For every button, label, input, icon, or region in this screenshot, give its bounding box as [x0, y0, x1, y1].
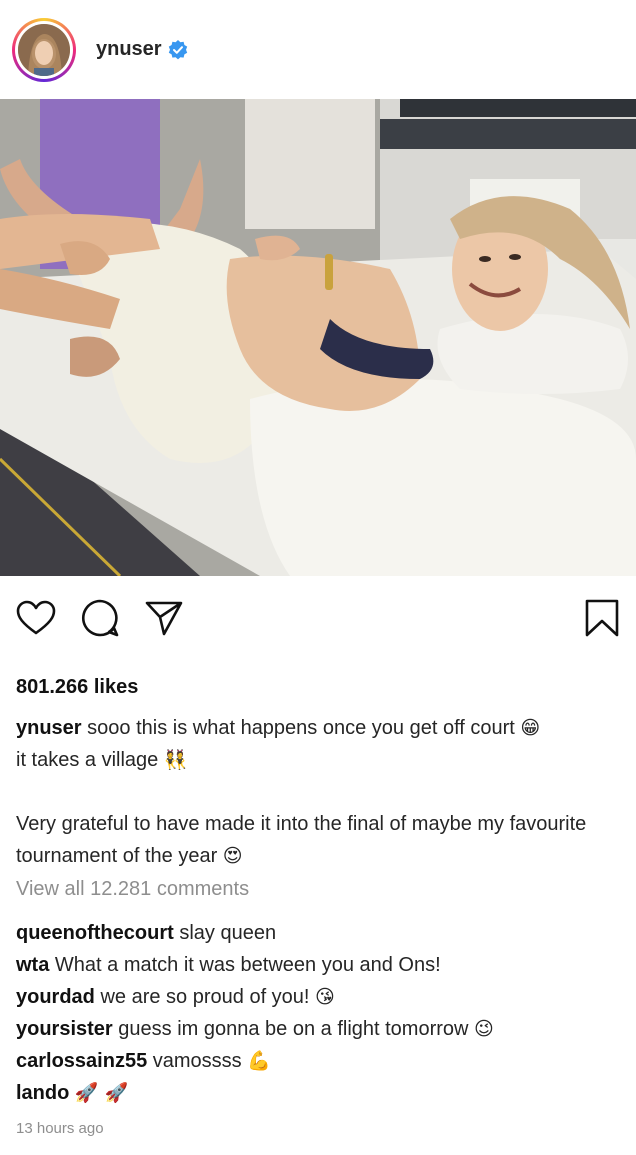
comment-row: yourdad we are so proud of you! 😘	[16, 981, 620, 1013]
comment-username[interactable]: lando	[16, 1082, 69, 1104]
verified-badge-icon	[168, 39, 188, 60]
heart-eyes-emoji: 😍	[222, 845, 243, 867]
view-all-comments-link[interactable]: View all 12.281 comments	[16, 878, 249, 901]
comment-row: queenofthecourt slay queen	[16, 917, 620, 949]
avatar[interactable]	[18, 23, 70, 76]
comment-text: we are so proud of you!	[100, 986, 310, 1008]
comment-text: vamossss	[152, 1050, 242, 1072]
kiss-emoji: 😘	[315, 986, 335, 1008]
comment-row: lando 🚀 🚀	[16, 1077, 620, 1109]
comment-username[interactable]: yoursister	[16, 1018, 113, 1040]
like-count[interactable]: 801.266 likes	[16, 676, 138, 699]
people-emoji: 👯	[163, 749, 188, 771]
post-username[interactable]: ynuser	[96, 38, 162, 61]
caption-line-1: ynuser sooo this is what happens once yo…	[16, 712, 620, 744]
comment-text: What a match it was between you and Ons!	[54, 954, 441, 976]
caption-username[interactable]: ynuser	[16, 717, 82, 739]
comment-text: guess im gonna be on a flight tomorrow	[118, 1018, 469, 1040]
caption-text-1: sooo this is what happens once you get o…	[87, 717, 515, 739]
wink-emoji: 😉	[474, 1018, 494, 1040]
post-image[interactable]	[0, 99, 636, 576]
post-header: ynuser	[0, 0, 636, 99]
bookmark-icon[interactable]	[580, 596, 624, 640]
action-bar	[0, 596, 636, 646]
comment-username[interactable]: queenofthecourt	[16, 922, 174, 944]
post-caption: ynuser sooo this is what happens once yo…	[16, 712, 620, 872]
post-timestamp: 13 hours ago	[16, 1120, 104, 1137]
comment-list: queenofthecourt slay queen wta What a ma…	[16, 917, 620, 1109]
comment-username[interactable]: yourdad	[16, 986, 95, 1008]
flexed-bicep-emoji: 💪	[247, 1050, 271, 1072]
speech-bubble-icon[interactable]	[78, 596, 122, 640]
comment-row: yoursister guess im gonna be on a flight…	[16, 1013, 620, 1045]
comment-username[interactable]: wta	[16, 954, 49, 976]
comment-text: slay queen	[179, 922, 277, 944]
caption-text-3: Very grateful to have made it into the f…	[16, 813, 587, 867]
heart-icon[interactable]	[14, 596, 58, 640]
caption-text-2: it takes a village	[16, 749, 159, 771]
caption-line-2: it takes a village 👯	[16, 744, 620, 776]
caption-paragraph-2: Very grateful to have made it into the f…	[16, 808, 620, 872]
rocket-emoji: 🚀 🚀	[74, 1082, 129, 1104]
grinning-emoji: 😁	[520, 717, 541, 739]
paper-plane-icon[interactable]	[142, 596, 186, 640]
comment-row: carlossainz55 vamossss 💪	[16, 1045, 620, 1077]
story-ring[interactable]	[12, 17, 76, 82]
comment-username[interactable]: carlossainz55	[16, 1050, 147, 1072]
comment-row: wta What a match it was between you and …	[16, 949, 620, 981]
